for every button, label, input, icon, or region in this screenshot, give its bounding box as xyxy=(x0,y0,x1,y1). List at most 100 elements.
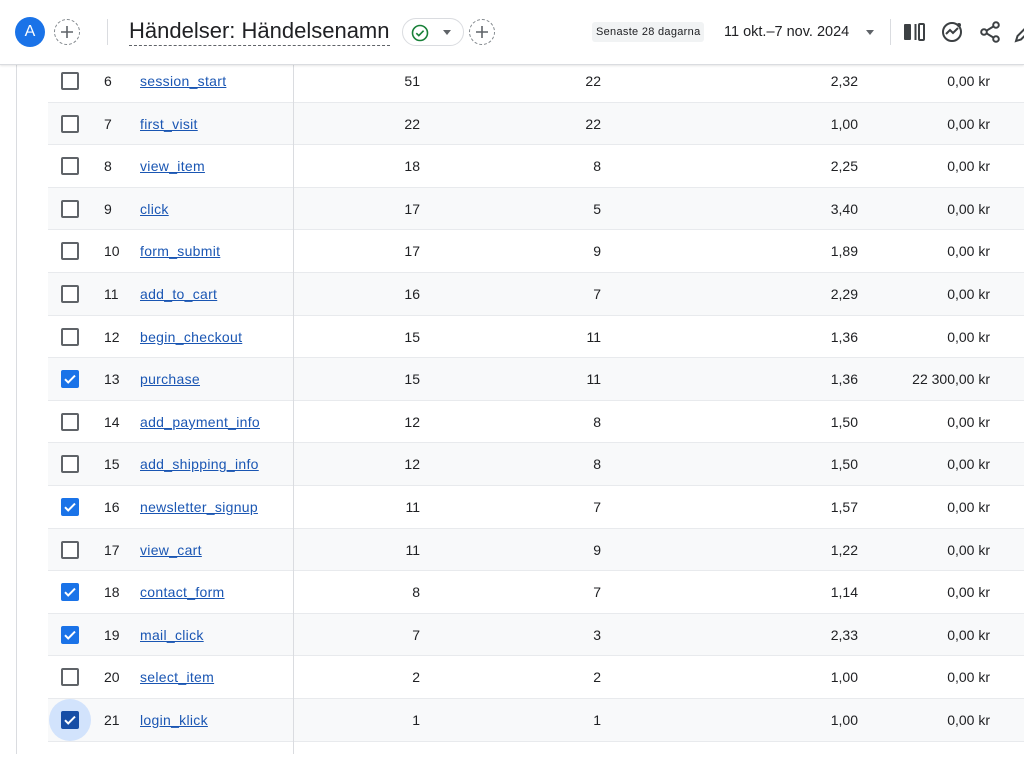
row-checkbox[interactable] xyxy=(61,625,79,644)
row-checkbox[interactable] xyxy=(61,710,79,729)
checkmark-icon xyxy=(64,502,76,512)
revenue-cell: 0,00 kr xyxy=(947,158,990,175)
table-row[interactable]: 7 first_visit 22 22 1,00 0,00 kr xyxy=(48,102,1024,146)
divider xyxy=(890,19,891,45)
event-count-cell: 12 xyxy=(404,413,420,430)
compare-columns-icon[interactable] xyxy=(901,19,927,45)
revenue-cell: 0,00 kr xyxy=(947,285,990,302)
table-row[interactable]: 10 form_submit 17 9 1,89 0,00 kr xyxy=(48,230,1024,273)
event-name-link[interactable]: select_item xyxy=(140,668,214,686)
event-name-link[interactable]: mail_click xyxy=(140,626,204,644)
event-count-cell: 15 xyxy=(404,328,420,345)
event-name-link[interactable]: first_visit xyxy=(140,115,198,133)
events-per-user-cell: 2,29 xyxy=(830,285,858,302)
row-checkbox[interactable] xyxy=(61,583,79,602)
table-row[interactable]: 21 login_klick 1 1 1,00 0,00 kr xyxy=(48,698,1024,742)
events-per-user-cell: 1,36 xyxy=(830,371,858,388)
share-icon[interactable] xyxy=(977,19,1003,45)
events-per-user-cell: 1,50 xyxy=(830,413,858,430)
row-checkbox[interactable] xyxy=(61,412,79,431)
event-name-link[interactable]: view_cart xyxy=(140,541,202,559)
event-name-link[interactable]: view_item xyxy=(140,157,205,175)
events-per-user-cell: 1,36 xyxy=(830,328,858,345)
event-count-cell: 17 xyxy=(404,243,420,260)
add-comparison-button[interactable] xyxy=(54,19,80,45)
report-status-dropdown[interactable] xyxy=(402,18,464,46)
total-users-cell: 7 xyxy=(593,584,601,601)
row-index: 15 xyxy=(104,456,120,473)
event-name-link[interactable]: begin_checkout xyxy=(140,328,242,346)
report-header: A Händelser: Händelsenamn Senaste 28 dag… xyxy=(0,0,1024,65)
row-checkbox[interactable] xyxy=(61,72,79,90)
left-navigation-rail xyxy=(0,65,17,754)
table-row[interactable]: 19 mail_click 7 3 2,33 0,00 kr xyxy=(48,613,1024,657)
table-row[interactable]: 13 purchase 15 11 1,36 22 300,00 kr xyxy=(48,358,1024,401)
row-checkbox[interactable] xyxy=(61,540,79,559)
insights-icon[interactable] xyxy=(939,19,965,45)
row-index: 10 xyxy=(104,243,120,260)
events-per-user-cell: 1,14 xyxy=(830,584,858,601)
table-row[interactable]: 11 add_to_cart 16 7 2,29 0,00 kr xyxy=(48,272,1024,316)
row-checkbox[interactable] xyxy=(61,157,79,176)
event-name-link[interactable]: session_start xyxy=(140,72,226,90)
row-checkbox[interactable] xyxy=(61,284,79,303)
row-checkbox[interactable] xyxy=(61,327,79,346)
event-name-link[interactable]: purchase xyxy=(140,370,200,388)
total-users-cell: 22 xyxy=(585,115,601,132)
table-row[interactable]: 16 newsletter_signup 11 7 1,57 0,00 kr xyxy=(48,486,1024,529)
revenue-cell: 22 300,00 kr xyxy=(912,371,990,388)
row-checkbox[interactable] xyxy=(61,370,79,389)
row-checkbox[interactable] xyxy=(61,114,79,133)
row-checkbox[interactable] xyxy=(61,242,79,261)
comparison-avatar[interactable]: A xyxy=(15,17,45,47)
edit-icon[interactable] xyxy=(1012,19,1024,45)
row-checkbox[interactable] xyxy=(61,668,79,687)
table-row[interactable]: 6 session_start 51 22 2,32 0,00 kr xyxy=(48,60,1024,103)
row-checkbox[interactable] xyxy=(61,199,79,218)
row-index: 20 xyxy=(104,669,120,686)
row-index: 14 xyxy=(104,413,120,430)
date-range-label[interactable]: 11 okt.–7 nov. 2024 xyxy=(724,22,849,42)
table-row[interactable]: 14 add_payment_info 12 8 1,50 0,00 kr xyxy=(48,401,1024,444)
table-row[interactable]: 8 view_item 18 8 2,25 0,00 kr xyxy=(48,145,1024,188)
add-filter-button[interactable] xyxy=(469,19,495,45)
total-users-cell: 8 xyxy=(593,413,601,430)
row-index: 19 xyxy=(104,626,120,643)
events-per-user-cell: 1,00 xyxy=(830,669,858,686)
event-name-link[interactable]: add_to_cart xyxy=(140,285,217,303)
total-users-cell: 8 xyxy=(593,456,601,473)
table-row[interactable]: 9 click 17 5 3,40 0,00 kr xyxy=(48,187,1024,231)
events-per-user-cell: 1,00 xyxy=(830,711,858,728)
row-index: 21 xyxy=(104,711,120,728)
check-circle-icon xyxy=(411,24,429,42)
events-per-user-cell: 2,33 xyxy=(830,626,858,643)
date-range-dropdown-icon[interactable] xyxy=(866,30,874,35)
row-index: 8 xyxy=(104,158,112,175)
row-index: 6 xyxy=(104,73,112,89)
event-name-link[interactable]: newsletter_signup xyxy=(140,498,258,516)
event-name-link[interactable]: login_klick xyxy=(140,711,208,729)
event-count-cell: 11 xyxy=(405,498,420,515)
event-name-link[interactable]: add_payment_info xyxy=(140,413,260,431)
event-name-link[interactable]: form_submit xyxy=(140,242,220,260)
event-name-link[interactable]: click xyxy=(140,200,169,218)
row-checkbox[interactable] xyxy=(61,497,79,516)
row-checkbox[interactable] xyxy=(61,455,79,474)
table-row[interactable]: 17 view_cart 11 9 1,22 0,00 kr xyxy=(48,528,1024,572)
event-count-cell: 7 xyxy=(412,626,420,643)
table-row[interactable]: 12 begin_checkout 15 11 1,36 0,00 kr xyxy=(48,316,1024,359)
table-row[interactable]: 20 select_item 2 2 1,00 0,00 kr xyxy=(48,656,1024,699)
event-name-link[interactable]: contact_form xyxy=(140,583,225,601)
revenue-cell: 0,00 kr xyxy=(947,711,990,728)
table-row[interactable]: 15 add_shipping_info 12 8 1,50 0,00 kr xyxy=(48,443,1024,486)
table-row[interactable]: 18 contact_form 8 7 1,14 0,00 kr xyxy=(48,571,1024,614)
row-index: 9 xyxy=(104,200,112,217)
page-title[interactable]: Händelser: Händelsenamn xyxy=(129,18,390,46)
column-divider xyxy=(293,60,294,754)
total-users-cell: 8 xyxy=(593,158,601,175)
event-count-cell: 51 xyxy=(404,73,420,89)
event-name-link[interactable]: add_shipping_info xyxy=(140,455,259,473)
row-index: 12 xyxy=(104,328,120,345)
chevron-down-icon xyxy=(443,30,451,35)
date-preset-badge[interactable]: Senaste 28 dagarna xyxy=(592,22,705,42)
